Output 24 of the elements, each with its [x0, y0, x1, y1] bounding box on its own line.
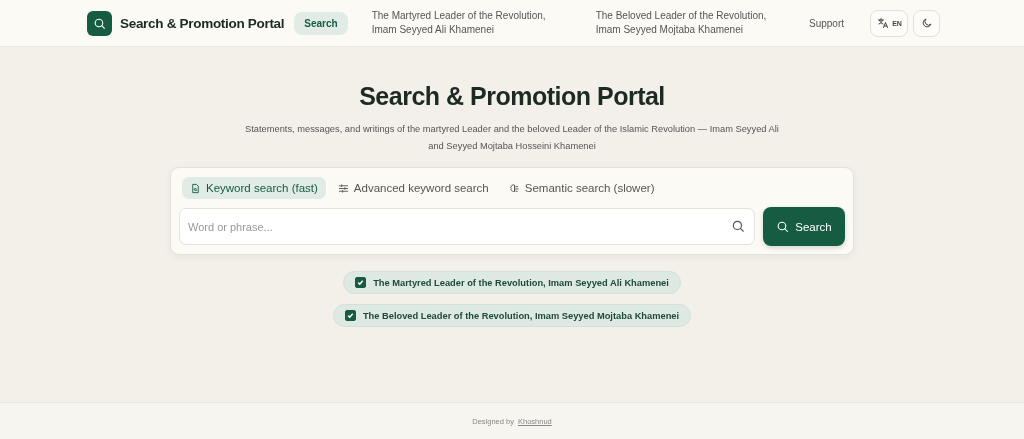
search-mode-tab[interactable]: Keyword search (fast): [182, 177, 326, 199]
page-subtitle: Statements, messages, and writings of the martyred Leader and the beloved Leader of the Islamic Revolution — Imam Seyyed Ali and Seyyed Mojtaba Hosseini Khamenei: [244, 123, 780, 153]
search-mode-tab[interactable]: Advanced keyword search: [329, 177, 497, 199]
search-icon: [731, 219, 745, 233]
search-button[interactable]: Search: [763, 207, 845, 246]
translate-icon: [877, 17, 890, 29]
theme-toggle-button[interactable]: [913, 9, 940, 37]
moon-icon: [920, 17, 933, 29]
source-filter-chip[interactable]: The Martyred Leader of the Revolution, Imam Seyyed Ali Khamenei: [343, 271, 681, 294]
nav-link[interactable]: The Beloved Leader of the Revolution, Imam Seyyed Mojtaba Khamenei: [583, 9, 796, 37]
search-icon: [776, 220, 790, 233]
search-icon: [87, 10, 112, 36]
nav-link[interactable]: Support: [798, 11, 854, 35]
document-icon: [190, 182, 201, 194]
nav-link[interactable]: The Martyred Leader of the Revolution, Imam Seyyed Ali Khamenei: [359, 9, 572, 37]
site-title: Search & Promotion Portal: [120, 15, 285, 31]
source-filter-chip[interactable]: The Beloved Leader of the Revolution, Imam Seyyed Mojtaba Khamenei: [332, 304, 692, 327]
page-heading: Search & Promotion Portal: [359, 82, 665, 111]
checkbox[interactable]: [355, 277, 367, 288]
checkbox[interactable]: [344, 310, 356, 321]
search-mode-tab[interactable]: Semantic search (slower): [500, 177, 663, 199]
nav-link[interactable]: Search: [294, 11, 348, 35]
sliders-icon: [337, 182, 349, 194]
search-field[interactable]: Word or phrase...: [179, 208, 755, 245]
